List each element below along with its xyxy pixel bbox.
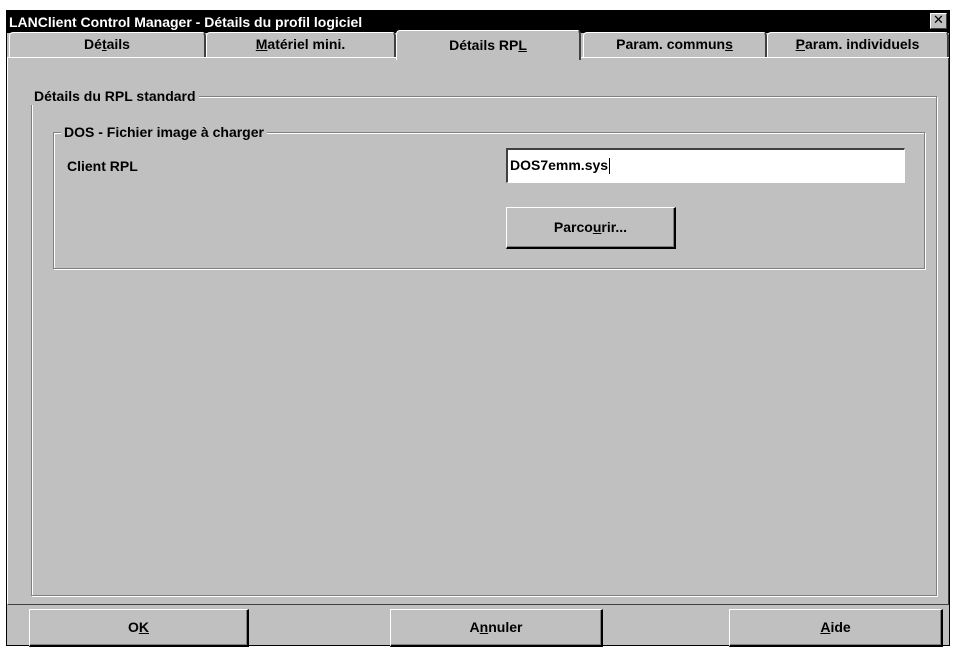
cancel-button[interactable]: Annuler xyxy=(390,609,603,647)
button-label-part: O xyxy=(127,619,139,635)
tab-panel: Détails du RPL standard DOS - Fichier im… xyxy=(7,57,949,605)
tab-param-communs[interactable]: Param. communs xyxy=(583,32,767,57)
button-label-part: A xyxy=(469,619,480,635)
close-button[interactable]: ✕ xyxy=(930,13,947,29)
tab-mnemonic: M xyxy=(255,36,268,52)
group-dos-image: DOS - Fichier image à charger Client RPL… xyxy=(53,123,925,269)
tab-materiel-mini[interactable]: Matériel mini. xyxy=(206,32,396,57)
window-title: LANClient Control Manager - Détails du p… xyxy=(9,14,363,30)
group-rpl-standard-legend: Détails du RPL standard xyxy=(31,87,199,105)
client-rpl-field[interactable]: DOS7emm.sys xyxy=(506,148,905,183)
close-icon: ✕ xyxy=(933,13,944,28)
tab-label-part: Dé xyxy=(84,36,102,52)
group-rpl-standard: Détails du RPL standard DOS - Fichier im… xyxy=(31,87,937,596)
browse-button[interactable]: Parcourir... xyxy=(506,207,676,249)
tab-label-part: Détails RP xyxy=(449,37,519,53)
tab-mnemonic: P xyxy=(795,36,805,52)
tab-details-rpl[interactable]: Détails RPL xyxy=(396,30,581,60)
text-caret xyxy=(609,158,611,175)
tab-label-part: ails xyxy=(106,36,130,52)
button-label-part: rir... xyxy=(601,219,628,235)
ok-button[interactable]: OK xyxy=(29,609,249,647)
client-rpl-value: DOS7emm.sys xyxy=(510,157,609,173)
button-label-part: ide xyxy=(830,619,851,635)
button-mnemonic: A xyxy=(820,619,831,635)
button-label-part: nuler xyxy=(488,619,523,635)
button-mnemonic: n xyxy=(479,619,489,635)
group-dos-image-legend: DOS - Fichier image à charger xyxy=(61,123,267,141)
tab-label-part: Param. commun xyxy=(616,36,726,52)
tab-mnemonic: L xyxy=(518,37,527,53)
tab-param-individuels[interactable]: Param. individuels xyxy=(767,32,949,57)
help-button[interactable]: Aide xyxy=(729,609,943,647)
tab-details[interactable]: Détails xyxy=(9,32,206,57)
tab-label-part: aram. individuels xyxy=(804,36,920,52)
button-mnemonic: K xyxy=(138,619,149,635)
dialog-window: LANClient Control Manager - Détails du p… xyxy=(6,10,950,647)
tab-label-part: atériel mini. xyxy=(267,36,346,52)
client-rpl-label: Client RPL xyxy=(67,158,138,174)
tab-mnemonic: s xyxy=(725,36,733,52)
button-label-part: Parco xyxy=(553,219,593,235)
